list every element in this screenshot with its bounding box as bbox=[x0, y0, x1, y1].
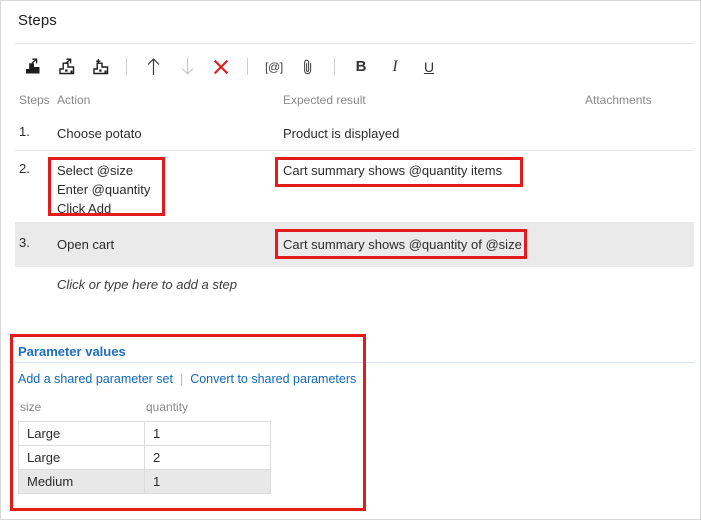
step-action-cell[interactable]: Select @size Enter @quantity Click Add bbox=[57, 161, 150, 218]
steps-panel: Steps [@] B I U Steps Action Expected re… bbox=[0, 0, 701, 520]
attachment-icon[interactable] bbox=[291, 51, 325, 83]
parameter-values-divider bbox=[15, 362, 694, 363]
link-separator: | bbox=[179, 372, 184, 386]
parameter-values-title: Parameter values bbox=[18, 344, 126, 359]
parameter-values-table: Large 1 Large 2 Medium 1 bbox=[18, 421, 271, 494]
add-step-icon[interactable] bbox=[83, 51, 117, 83]
page-title: Steps bbox=[18, 12, 57, 29]
mention-icon[interactable]: [@] bbox=[257, 51, 291, 83]
step-expected-cell[interactable]: Product is displayed bbox=[283, 124, 399, 143]
title-divider bbox=[15, 43, 694, 44]
step-number: 3. bbox=[19, 235, 30, 250]
parameter-cell-quantity[interactable]: 2 bbox=[144, 445, 271, 470]
delete-icon[interactable] bbox=[204, 51, 238, 83]
parameter-column-header-size: size bbox=[20, 400, 42, 414]
table-row[interactable]: Large 1 bbox=[18, 421, 271, 446]
column-header-steps: Steps bbox=[19, 93, 50, 107]
table-row[interactable]: 3. Open cart Cart summary shows @quantit… bbox=[15, 223, 694, 267]
underline-icon[interactable]: U bbox=[412, 51, 446, 83]
add-shared-parameter-set-link[interactable]: Add a shared parameter set bbox=[18, 372, 173, 386]
move-up-icon[interactable] bbox=[136, 51, 170, 83]
step-action-cell[interactable]: Open cart bbox=[57, 235, 114, 254]
parameter-values-links: Add a shared parameter set | Convert to sh… bbox=[18, 372, 356, 386]
step-number: 1. bbox=[19, 124, 30, 139]
parameter-cell-size[interactable]: Large bbox=[18, 421, 145, 446]
column-header-action: Action bbox=[57, 93, 91, 107]
grid-column-headers: Steps Action Expected result Attachments bbox=[15, 93, 694, 113]
steps-grid: 1. Choose potato Product is displayed 2.… bbox=[15, 115, 694, 301]
toolbar-separator-3 bbox=[334, 58, 335, 75]
step-expected-cell[interactable]: Cart summary shows @quantity items bbox=[283, 161, 502, 180]
move-down-icon[interactable] bbox=[170, 51, 204, 83]
column-header-expected-result: Expected result bbox=[283, 93, 366, 107]
toolbar-separator-1 bbox=[126, 58, 127, 75]
add-step-row[interactable]: Click or type here to add a step bbox=[15, 267, 694, 301]
parameter-cell-quantity[interactable]: 1 bbox=[144, 469, 271, 494]
parameter-cell-quantity[interactable]: 1 bbox=[144, 421, 271, 446]
table-row[interactable]: 1. Choose potato Product is displayed bbox=[15, 115, 694, 151]
insert-step-above-icon[interactable] bbox=[49, 51, 83, 83]
table-row[interactable]: Medium 1 bbox=[18, 469, 271, 494]
parameter-column-header-quantity: quantity bbox=[146, 400, 189, 414]
add-step-hint-label[interactable]: Click or type here to add a step bbox=[57, 277, 237, 292]
toolbar-separator-2 bbox=[247, 58, 248, 75]
parameter-cell-size[interactable]: Large bbox=[18, 445, 145, 470]
insert-step-icon[interactable] bbox=[15, 51, 49, 83]
convert-to-shared-parameters-link[interactable]: Convert to shared parameters bbox=[190, 372, 356, 386]
steps-toolbar: [@] B I U bbox=[15, 49, 694, 84]
column-header-attachments: Attachments bbox=[585, 93, 652, 107]
step-number: 2. bbox=[19, 161, 30, 176]
step-action-cell[interactable]: Choose potato bbox=[57, 124, 142, 143]
bold-icon[interactable]: B bbox=[344, 51, 378, 83]
table-row[interactable]: 2. Select @size Enter @quantity Click Ad… bbox=[15, 151, 694, 223]
step-expected-cell[interactable]: Cart summary shows @quantity of @size bbox=[283, 235, 522, 254]
italic-icon[interactable]: I bbox=[378, 51, 412, 83]
parameter-cell-size[interactable]: Medium bbox=[18, 469, 145, 494]
table-row[interactable]: Large 2 bbox=[18, 445, 271, 470]
